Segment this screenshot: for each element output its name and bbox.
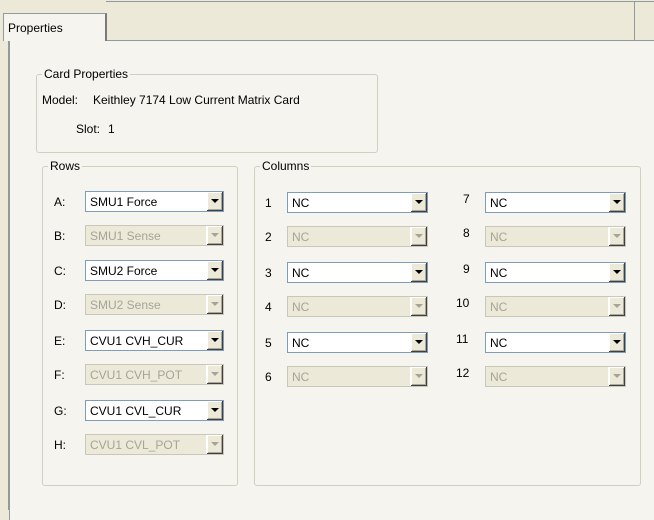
row-select-value: CVU1 CVL_CUR xyxy=(90,404,182,418)
column-select-value: NC xyxy=(490,196,508,210)
row-select[interactable]: CVU1 CVH_CUR xyxy=(85,330,224,351)
column-select[interactable]: NC xyxy=(287,332,428,353)
dropdown-arrow-icon xyxy=(608,193,625,212)
column-select-value: NC xyxy=(292,370,310,384)
dropdown-arrow-icon xyxy=(206,401,223,420)
column-label: 5 xyxy=(265,336,272,350)
dropdown-arrow-icon xyxy=(206,435,223,454)
column-label: 10 xyxy=(456,296,470,310)
row-select-value: SMU1 Force xyxy=(90,195,158,209)
dropdown-arrow-icon xyxy=(206,331,223,350)
column-label: 1 xyxy=(265,196,272,210)
column-select[interactable]: NC xyxy=(485,192,626,213)
column-select-value: NC xyxy=(490,300,508,314)
card-properties-title: Card Properties xyxy=(42,67,131,81)
dropdown-arrow-icon xyxy=(608,297,625,316)
tab-properties[interactable]: Properties xyxy=(3,13,107,41)
dropdown-arrow-icon xyxy=(608,227,625,246)
dropdown-arrow-icon xyxy=(608,333,625,352)
column-label: 7 xyxy=(463,192,470,206)
column-label: 6 xyxy=(265,370,272,384)
column-label: 12 xyxy=(456,366,470,380)
column-select-value: NC xyxy=(292,266,310,280)
columns-group xyxy=(254,166,641,486)
row-label: C: xyxy=(54,264,66,278)
row-select: SMU1 Sense xyxy=(85,225,224,246)
dropdown-arrow-icon xyxy=(206,261,223,280)
row-label: D: xyxy=(54,298,66,312)
slot-value: 1 xyxy=(108,122,115,136)
columns-title: Columns xyxy=(260,159,312,173)
row-select-value: SMU2 Force xyxy=(90,264,158,278)
column-select: NC xyxy=(287,366,428,387)
row-select[interactable]: CVU1 CVL_CUR xyxy=(85,400,224,421)
dropdown-arrow-icon xyxy=(608,367,625,386)
column-select[interactable]: NC xyxy=(287,262,428,283)
model-value: Keithley 7174 Low Current Matrix Card xyxy=(93,93,300,107)
column-select: NC xyxy=(485,296,626,317)
column-select-value: NC xyxy=(292,230,310,244)
tab-strip-line xyxy=(106,1,654,2)
slot-label: Slot: xyxy=(76,122,101,136)
dropdown-arrow-icon xyxy=(608,263,625,282)
row-select: CVU1 CVL_POT xyxy=(85,434,224,455)
column-select[interactable]: NC xyxy=(485,332,626,353)
row-label: G: xyxy=(54,404,67,418)
column-label: 3 xyxy=(265,266,272,280)
dropdown-arrow-icon xyxy=(206,192,223,211)
column-label: 9 xyxy=(463,262,470,276)
column-select-value: NC xyxy=(490,230,508,244)
row-select[interactable]: SMU1 Force xyxy=(85,191,224,212)
model-label: Model: xyxy=(42,93,79,107)
column-select: NC xyxy=(287,296,428,317)
dropdown-arrow-icon xyxy=(410,193,427,212)
row-select-value: SMU1 Sense xyxy=(90,229,161,243)
dropdown-arrow-icon xyxy=(410,297,427,316)
column-select[interactable]: NC xyxy=(485,262,626,283)
tab-strip-edge xyxy=(634,1,635,41)
row-label: A: xyxy=(54,195,66,209)
row-select: CVU1 CVH_POT xyxy=(85,364,224,385)
row-select-value: CVU1 CVL_POT xyxy=(90,438,181,452)
column-select-value: NC xyxy=(490,266,508,280)
column-select-value: NC xyxy=(490,336,508,350)
row-select-value: CVU1 CVH_POT xyxy=(90,368,183,382)
column-select-value: NC xyxy=(292,336,310,350)
column-select-value: NC xyxy=(292,196,310,210)
dropdown-arrow-icon xyxy=(410,333,427,352)
row-label: H: xyxy=(54,438,66,452)
dropdown-arrow-icon xyxy=(410,227,427,246)
column-label: 2 xyxy=(265,230,272,244)
dropdown-arrow-icon xyxy=(206,295,223,314)
dropdown-arrow-icon xyxy=(206,365,223,384)
tab-properties-label: Properties xyxy=(8,21,63,35)
row-select: SMU2 Sense xyxy=(85,294,224,315)
row-label: F: xyxy=(54,368,65,382)
row-select[interactable]: SMU2 Force xyxy=(85,260,224,281)
dropdown-arrow-icon xyxy=(206,226,223,245)
row-select-value: SMU2 Sense xyxy=(90,298,161,312)
column-label: 4 xyxy=(265,300,272,314)
column-select: NC xyxy=(287,226,428,247)
column-label: 11 xyxy=(456,332,469,346)
column-select: NC xyxy=(485,366,626,387)
row-label: E: xyxy=(54,334,66,348)
column-select-value: NC xyxy=(490,370,508,384)
row-label: B: xyxy=(54,229,66,243)
column-select-value: NC xyxy=(292,300,310,314)
column-select: NC xyxy=(485,226,626,247)
dropdown-arrow-icon xyxy=(410,367,427,386)
row-select-value: CVU1 CVH_CUR xyxy=(90,334,184,348)
column-label: 8 xyxy=(463,226,470,240)
card-properties-group xyxy=(36,74,378,153)
rows-title: Rows xyxy=(48,159,83,173)
dropdown-arrow-icon xyxy=(410,263,427,282)
column-select[interactable]: NC xyxy=(287,192,428,213)
